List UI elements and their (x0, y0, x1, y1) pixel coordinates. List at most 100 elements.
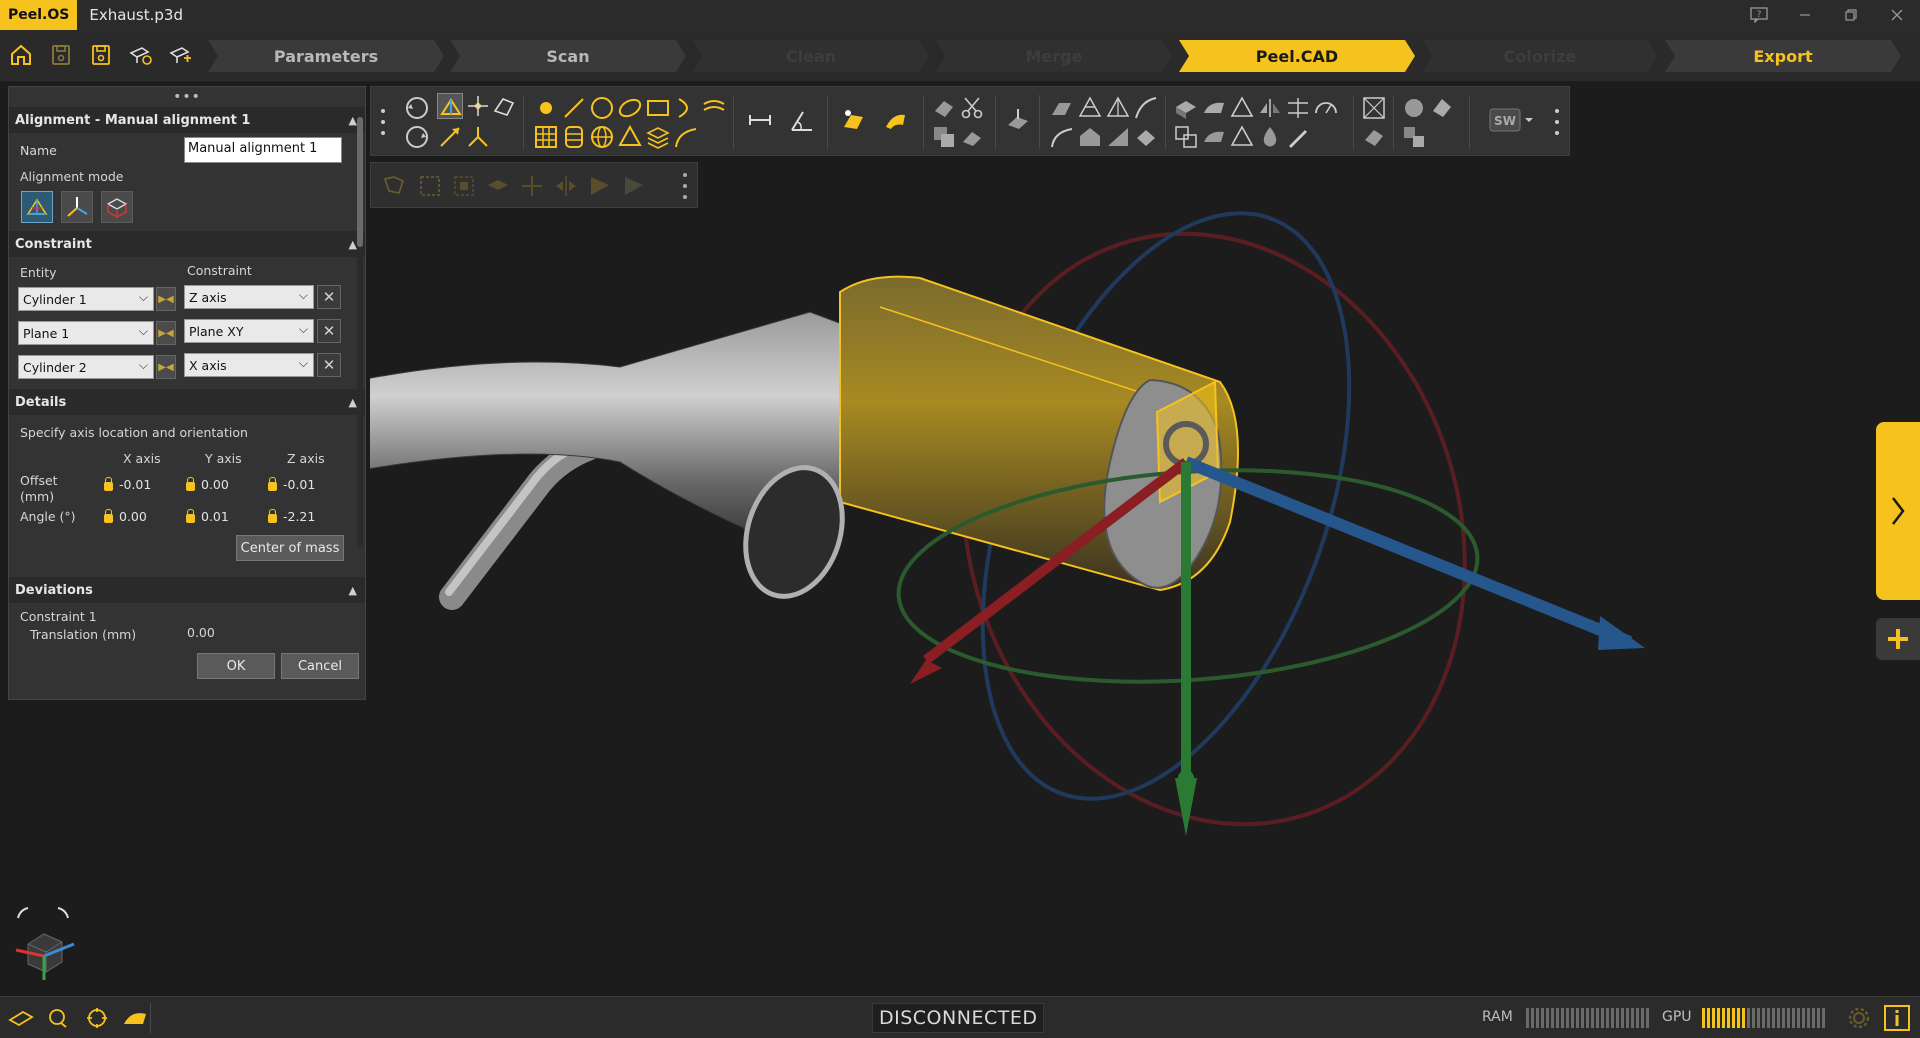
deviation-icon[interactable] (1313, 95, 1339, 121)
arc-icon[interactable] (673, 95, 699, 121)
auto-surface-icon[interactable] (841, 107, 867, 133)
triangle-outline-icon[interactable] (1229, 124, 1255, 150)
collapse-icon[interactable]: ▲ (349, 396, 357, 409)
collapse-icon[interactable]: ▲ (349, 238, 357, 251)
lock-icon[interactable] (268, 476, 277, 491)
cancel-button[interactable]: Cancel (281, 653, 359, 679)
expand-side-panel-button[interactable] (1876, 422, 1920, 600)
group-icon[interactable] (1173, 124, 1199, 150)
sweep-icon[interactable] (1133, 95, 1159, 121)
angle-z-value[interactable]: -2.21 (268, 508, 315, 524)
select-mirror-icon[interactable] (553, 173, 579, 199)
info-icon[interactable] (1882, 1003, 1912, 1033)
restore-icon[interactable] (1828, 0, 1874, 30)
mesh-tool-icon[interactable] (491, 93, 517, 119)
select-lasso-icon[interactable] (381, 173, 407, 199)
measure-distance-icon[interactable] (747, 107, 773, 133)
lock-icon[interactable] (104, 476, 113, 491)
patch-icon[interactable] (1201, 124, 1227, 150)
mirror-icon[interactable] (1257, 95, 1283, 121)
constraint-select[interactable]: X axis ⌵ (184, 353, 314, 377)
mesh-edit-icon[interactable] (931, 95, 957, 121)
mode-best-fit-button[interactable] (21, 191, 53, 223)
select-grow-icon[interactable] (519, 173, 545, 199)
angle-y-value[interactable]: 0.01 (186, 508, 229, 524)
step-clean[interactable]: Clean (693, 40, 929, 72)
chevron-down-icon[interactable] (1523, 107, 1535, 133)
redo-icon[interactable] (404, 124, 430, 150)
shell-icon[interactable] (1201, 95, 1227, 121)
select-box-icon[interactable] (417, 173, 443, 199)
add-panel-button[interactable] (1876, 618, 1920, 660)
blocks-icon[interactable] (1401, 124, 1427, 150)
selection-toolbar-more-icon[interactable] (683, 171, 687, 201)
polyline-icon[interactable] (701, 95, 727, 121)
offset-z-value[interactable]: -0.01 (268, 476, 315, 492)
constraint-select[interactable]: Z axis ⌵ (184, 285, 314, 309)
curve-icon[interactable] (673, 124, 699, 150)
render-icon[interactable] (1361, 124, 1387, 150)
deviations-section-header[interactable]: Deviations ▲ (9, 577, 365, 603)
wireframe-icon[interactable] (1361, 95, 1387, 121)
cut-icon[interactable] (959, 95, 985, 121)
remove-constraint-button[interactable]: ✕ (317, 319, 341, 343)
step-peel-cad[interactable]: Peel.CAD (1179, 40, 1415, 72)
save-icon[interactable] (46, 40, 76, 70)
help-icon[interactable]: ? (1736, 0, 1782, 30)
panel-scrollbar[interactable] (357, 117, 363, 547)
select-clear-icon[interactable] (621, 173, 647, 199)
solidworks-export-icon[interactable]: SW (1489, 107, 1521, 133)
minimize-icon[interactable] (1782, 0, 1828, 30)
step-export[interactable]: Export (1665, 40, 1901, 72)
collapse-icon[interactable]: ▲ (349, 584, 357, 597)
entity-select[interactable]: Plane 1 ⌵ (18, 321, 154, 345)
name-input[interactable]: Manual alignment 1 (184, 137, 342, 163)
angle-x-value[interactable]: 0.00 (104, 508, 147, 524)
home-icon[interactable] (6, 40, 36, 70)
entity-select[interactable]: Cylinder 2 ⌵ (18, 355, 154, 379)
select-invert-icon[interactable] (587, 173, 613, 199)
mode-box-button[interactable] (101, 191, 133, 223)
lock-icon[interactable] (186, 476, 195, 491)
scanner-icon[interactable] (6, 1005, 36, 1031)
target-icon[interactable] (44, 1005, 74, 1031)
ok-button[interactable]: OK (197, 653, 275, 679)
lock-icon[interactable] (268, 508, 277, 523)
thicken-icon[interactable] (1105, 124, 1131, 150)
solid-icon[interactable] (1173, 95, 1199, 121)
sphere-display-icon[interactable] (1401, 95, 1427, 121)
panel-grip-icon[interactable]: ••• (9, 87, 365, 107)
step-merge[interactable]: Merge (936, 40, 1172, 72)
transform-tool-icon[interactable] (437, 124, 463, 150)
circle-icon[interactable] (589, 95, 615, 121)
points-tool-icon[interactable] (465, 93, 491, 119)
step-colorize[interactable]: Colorize (1422, 40, 1658, 72)
constraint-section-header[interactable]: Constraint ▲ (9, 231, 365, 257)
plane-section-icon[interactable] (1005, 107, 1031, 133)
surface-icon[interactable] (883, 107, 909, 133)
ellipse-icon[interactable] (617, 95, 643, 121)
fillet-icon[interactable] (1049, 95, 1075, 121)
drop-icon[interactable] (1257, 124, 1283, 150)
point-icon[interactable] (533, 95, 559, 121)
loft-icon[interactable] (1105, 95, 1131, 121)
chamfer-icon[interactable] (1077, 95, 1103, 121)
select-all-icon[interactable] (451, 173, 477, 199)
rectangle-icon[interactable] (645, 95, 671, 121)
panel-scroll-thumb[interactable] (357, 117, 363, 247)
select-layer-icon[interactable] (485, 173, 511, 199)
mesh-preview-icon[interactable] (120, 1005, 150, 1031)
rotate-view-icon[interactable] (82, 1005, 112, 1031)
sphere-icon[interactable] (589, 124, 615, 150)
remove-constraint-button[interactable]: ✕ (317, 285, 341, 309)
step-scan[interactable]: Scan (450, 40, 686, 72)
layers-icon[interactable] (645, 124, 671, 150)
pen-icon[interactable] (1285, 124, 1311, 150)
scanner-settings-icon[interactable] (126, 40, 156, 70)
swap-button[interactable]: ▶◀ (156, 287, 176, 311)
toolbar-grip-icon[interactable] (381, 107, 385, 137)
app-logo[interactable]: Peel.OS (0, 0, 78, 30)
cone-icon[interactable] (617, 124, 643, 150)
alignment-section-header[interactable]: Alignment - Manual alignment 1 ▲ (9, 107, 365, 133)
revolve-icon[interactable] (1049, 124, 1075, 150)
